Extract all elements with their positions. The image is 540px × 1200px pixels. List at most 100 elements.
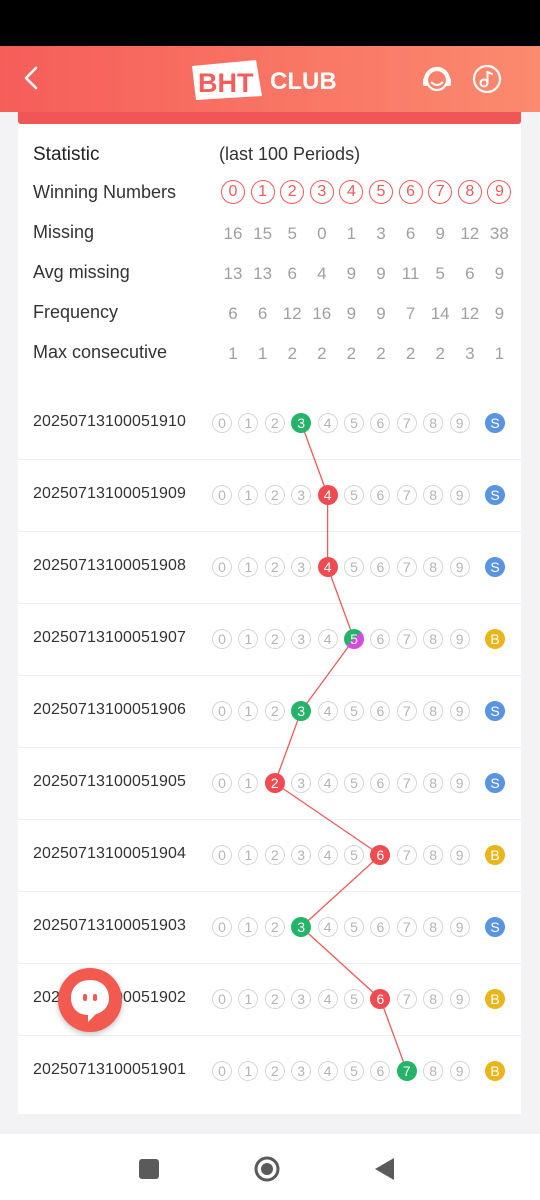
trend-card: Statistic (last 100 Periods) Winning Num…: [18, 124, 521, 1114]
winning-number-ball: 8: [457, 180, 482, 204]
number-ball: 4: [317, 989, 338, 1009]
number-ball: 4: [317, 845, 338, 865]
stat-value: 3: [465, 344, 475, 363]
stat-row-label: Frequency: [33, 302, 119, 322]
stat-row-label: Missing: [33, 222, 95, 242]
number-ball: 2: [264, 845, 285, 865]
stat-value: 2: [376, 344, 386, 363]
recent-apps-button[interactable]: [132, 1152, 166, 1186]
number-ball: 9: [449, 701, 470, 721]
number-ball: 8: [423, 989, 444, 1009]
number-ball: 8: [423, 773, 444, 793]
stat-row-label: Avg missing: [33, 262, 130, 282]
status-bar: [0, 0, 540, 46]
stat-value: 6: [287, 264, 297, 283]
small-badge: S: [485, 413, 505, 433]
stat-title: Statistic: [33, 144, 100, 165]
number-ball: 6: [370, 773, 391, 793]
number-ball: 6: [370, 701, 391, 721]
period-number: 20250713100051910: [33, 413, 186, 430]
stat-row: Frequency 6 6 12 16 9 9 7 14 12 9: [33, 300, 513, 326]
stat-value: 2: [287, 344, 297, 363]
stat-value: 1: [228, 344, 238, 363]
number-ball: 3: [291, 485, 312, 505]
number-ball: 1: [238, 845, 259, 865]
winning-number-ball: 3: [309, 180, 334, 204]
number-ball: 0: [212, 485, 232, 505]
number-ball: 1: [238, 1061, 259, 1081]
number-ball: 4: [317, 1061, 338, 1081]
chevron-left-icon: [24, 66, 38, 90]
number-ball: 4: [317, 917, 338, 937]
number-ball: 5: [344, 1061, 364, 1081]
music-note-icon: [472, 64, 502, 94]
sound-button[interactable]: [470, 62, 504, 96]
stat-value: 3: [376, 224, 386, 243]
stat-value: 2: [435, 344, 445, 363]
period-number: 20250713100051903: [33, 917, 186, 934]
stat-row-label: Max consecutive: [33, 342, 168, 362]
number-ball: 3: [291, 989, 312, 1009]
number-ball: 0: [212, 917, 232, 937]
number-ball: 2: [264, 629, 285, 649]
result-ball: 7: [396, 1061, 417, 1081]
number-ball: 5: [344, 701, 364, 721]
winning-number-ball: 9: [487, 180, 512, 204]
period-number: 20250713100051905: [33, 773, 186, 790]
number-ball: 3: [291, 557, 312, 577]
number-ball: 1: [238, 557, 259, 577]
stat-value: 16: [223, 224, 243, 243]
number-ball: 2: [264, 989, 285, 1009]
number-ball: 3: [291, 629, 312, 649]
number-ball: 4: [317, 629, 338, 649]
logo-text-primary: BHT: [198, 68, 254, 98]
number-ball: 7: [396, 773, 417, 793]
number-ball: 8: [423, 629, 444, 649]
number-ball: 1: [238, 989, 259, 1009]
home-button[interactable]: [250, 1152, 284, 1186]
number-ball: 9: [449, 557, 470, 577]
number-ball: 6: [370, 917, 391, 937]
trend-row: 20250713100051901 0 1 2 3 4 5 6 7 8 9 B: [18, 1036, 521, 1108]
number-ball: 2: [264, 413, 285, 433]
number-ball: 7: [396, 845, 417, 865]
logo-text-secondary: CLUB: [270, 68, 337, 95]
number-ball: 1: [238, 701, 259, 721]
stat-value: 6: [405, 224, 416, 243]
number-ball: 5: [344, 773, 364, 793]
app-header: BHT CLUB: [0, 46, 540, 112]
trend-row: 20250713100051910 0 1 2 3 4 5 6 7 8 9 S: [18, 388, 521, 460]
number-ball: 8: [423, 1061, 444, 1081]
period-number: 20250713100051904: [33, 845, 186, 862]
period-number: 20250713100051901: [33, 1061, 186, 1078]
support-button[interactable]: [420, 62, 454, 96]
stat-value: 9: [376, 264, 386, 283]
stat-value: 9: [494, 264, 505, 283]
number-ball: 6: [370, 557, 391, 577]
number-ball: 3: [291, 845, 312, 865]
number-ball: 0: [212, 773, 232, 793]
result-ball: 3: [291, 917, 312, 937]
back-nav-button[interactable]: [367, 1152, 401, 1186]
stat-value: 1: [346, 224, 357, 243]
result-ball: 6: [370, 989, 391, 1009]
system-nav-bar: [0, 1134, 540, 1200]
number-ball: 0: [212, 557, 232, 577]
winning-number-ball: 2: [280, 180, 305, 204]
triangle-back-icon: [375, 1158, 394, 1180]
stat-value: 38: [489, 224, 509, 243]
card-accent-bar: [18, 112, 521, 124]
floating-chat-button[interactable]: [58, 968, 122, 1032]
back-button[interactable]: [14, 60, 50, 96]
number-ball: 8: [423, 557, 444, 577]
number-ball: 3: [291, 1061, 312, 1081]
stat-value: 4: [317, 264, 327, 283]
trend-row: 20250713100051909 0 1 2 3 4 5 6 7 8 9 S: [18, 460, 521, 532]
number-ball: 5: [344, 845, 364, 865]
big-badge: B: [485, 989, 505, 1009]
big-badge: B: [485, 629, 505, 649]
result-ball: 6: [370, 845, 391, 865]
number-ball: 0: [212, 845, 232, 865]
number-ball: 6: [370, 629, 391, 649]
trend-row: 20250713100051908 0 1 2 3 4 5 6 7 8 9 S: [18, 532, 521, 604]
